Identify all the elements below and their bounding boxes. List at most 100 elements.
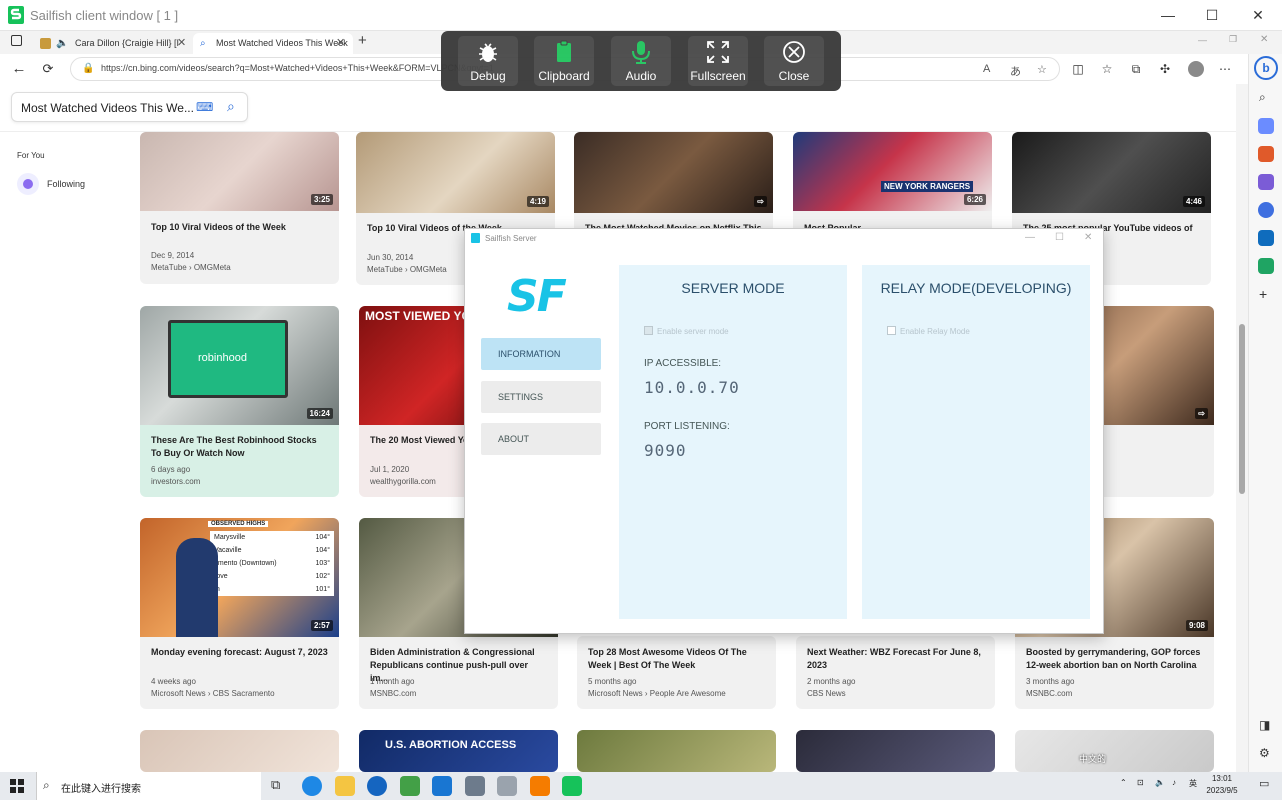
notification-icon[interactable]: ▭ xyxy=(1259,777,1269,790)
tab-cara-dillon[interactable]: 🔈 Cara Dillon {Craigie Hill} [I ✕ xyxy=(33,33,193,54)
video-date: Dec 9, 2014 xyxy=(151,251,195,260)
task-view-icon[interactable]: ⧉ xyxy=(271,777,280,793)
nav-information[interactable]: INFORMATION xyxy=(481,338,601,370)
search-icon[interactable]: ⌕ xyxy=(227,98,235,115)
secondary-minimize-icon[interactable]: — xyxy=(1198,35,1207,45)
video-title: Next Weather: WBZ Forecast For June 8, 2… xyxy=(807,647,981,670)
speaker-icon[interactable]: 🔈 xyxy=(56,33,68,54)
back-button[interactable]: ← xyxy=(9,59,29,79)
video-card[interactable]: 中文的 xyxy=(1015,730,1214,772)
bing-chat-icon[interactable]: b xyxy=(1254,56,1278,80)
search-app-taskbar-icon[interactable] xyxy=(530,776,550,796)
video-card[interactable]: NEW YORK RANGERS 6:26 Most Popular xyxy=(793,132,992,237)
duration-badge: 3:25 xyxy=(310,194,333,205)
app2-taskbar-icon[interactable] xyxy=(497,776,517,796)
extensions-icon[interactable]: ✣ xyxy=(1155,59,1175,79)
sailfish-taskbar-icon[interactable] xyxy=(562,776,582,796)
nav-settings[interactable]: SETTINGS xyxy=(481,381,601,413)
sidebar-games-icon[interactable] xyxy=(1258,174,1274,190)
taskbar-search[interactable]: ⌕ 在此键入进行搜索 xyxy=(36,772,261,800)
video-source: wealthygorilla.com xyxy=(370,477,436,486)
video-title: Monday evening forecast: August 7, 2023 xyxy=(151,647,328,657)
keyboard-icon[interactable]: ⌨ xyxy=(196,100,213,114)
enable-relay-checkbox[interactable]: Enable Relay Mode xyxy=(887,326,970,336)
app-taskbar-icon[interactable] xyxy=(367,776,387,796)
favorites-icon[interactable]: ☆ xyxy=(1097,59,1117,79)
video-card[interactable]: U.S. ABORTION ACCESS xyxy=(359,730,558,772)
following-label: Following xyxy=(47,179,86,189)
sidebar-add-icon[interactable]: + xyxy=(1259,286,1267,302)
sidebar-briefcase-icon[interactable] xyxy=(1258,146,1274,162)
notepad-taskbar-icon[interactable] xyxy=(400,776,420,796)
maximize-button[interactable]: ☐ xyxy=(1201,5,1223,25)
tray-speaker-icon[interactable]: ♪ xyxy=(1172,778,1176,787)
sidebar-search-icon[interactable]: ⌕ xyxy=(1259,90,1266,105)
translate-icon[interactable]: あ xyxy=(1010,63,1021,79)
video-source: MetaTube › OMGMeta xyxy=(151,263,231,272)
tray-chevron-icon[interactable]: ⌃ xyxy=(1120,778,1127,787)
vscode-taskbar-icon[interactable] xyxy=(432,776,452,796)
debug-button[interactable]: Debug xyxy=(458,36,518,86)
page-scrollbar[interactable] xyxy=(1236,84,1248,772)
bing-search-icon: ⌕ xyxy=(200,38,206,49)
lock-icon: 🔒 xyxy=(82,63,95,74)
server-minimize-icon[interactable]: — xyxy=(1025,232,1035,243)
video-date: 6 days ago xyxy=(151,465,191,474)
sidebar-tag-icon[interactable] xyxy=(1258,118,1274,134)
clock-time: 13:01 xyxy=(1211,774,1233,783)
windows-start-icon[interactable] xyxy=(10,779,24,793)
server-window-title: Sailfish Server xyxy=(485,234,537,243)
refresh-button[interactable]: ⟳ xyxy=(38,59,58,79)
sidebar-toggle-icon[interactable]: ◨ xyxy=(1259,718,1270,732)
more-menu-icon[interactable]: ⋯ xyxy=(1215,59,1235,79)
video-card[interactable]: Top 28 Most Awesome Videos Of The Week |… xyxy=(577,636,776,709)
tray-network-icon[interactable]: ⊡ xyxy=(1137,778,1144,787)
sidebar-settings-icon[interactable]: ⚙ xyxy=(1259,746,1270,760)
video-thumbnail xyxy=(356,132,555,213)
sidebar-m365-icon[interactable] xyxy=(1258,202,1274,218)
server-mode-panel: SERVER MODE Enable server mode IP ACCESS… xyxy=(619,265,847,619)
ime-indicator[interactable]: 英 xyxy=(1189,778,1197,789)
server-maximize-icon[interactable]: ☐ xyxy=(1055,232,1064,243)
fullscreen-button[interactable]: Fullscreen xyxy=(688,36,748,86)
server-close-icon[interactable]: ✕ xyxy=(1084,232,1092,243)
nav-about[interactable]: ABOUT xyxy=(481,423,601,455)
tab-actions-icon[interactable] xyxy=(11,35,22,46)
settings-taskbar-icon[interactable] xyxy=(465,776,485,796)
sidebar-outlook-icon[interactable] xyxy=(1258,230,1274,246)
video-card[interactable]: ⇨ The Most Watched Movies on Netflix Thi… xyxy=(574,132,773,237)
secondary-close-icon[interactable]: ✕ xyxy=(1260,34,1268,45)
video-card[interactable] xyxy=(140,730,339,772)
close-window-button[interactable]: ✕ xyxy=(1247,5,1269,25)
tab-most-watched[interactable]: ⌕ Most Watched Videos This Week ✕ xyxy=(193,33,353,54)
secondary-restore-icon[interactable]: ❐ xyxy=(1229,34,1237,45)
video-date: 5 months ago xyxy=(588,677,637,686)
favorite-star-icon[interactable]: ☆ xyxy=(1037,63,1047,76)
clipboard-button[interactable]: Clipboard xyxy=(534,36,594,86)
file-explorer-icon[interactable] xyxy=(335,776,355,796)
new-tab-button[interactable]: + xyxy=(358,32,367,49)
close-button[interactable]: Close xyxy=(764,36,824,86)
split-screen-icon[interactable]: ◫ xyxy=(1068,59,1088,79)
thumb-caption: robinhood xyxy=(198,352,247,364)
audio-button[interactable]: Audio xyxy=(611,36,671,86)
minimize-button[interactable]: — xyxy=(1157,5,1179,25)
scroll-thumb[interactable] xyxy=(1239,324,1245,494)
taskbar-clock[interactable]: 13:01 2023/9/5 xyxy=(1202,773,1242,797)
video-card[interactable]: 3:25 Top 10 Viral Videos of the Week Dec… xyxy=(140,132,339,284)
collections-icon[interactable]: ⧉ xyxy=(1126,59,1146,79)
search-input[interactable]: Most Watched Videos This We... ⌨ ⌕ xyxy=(11,92,248,122)
enable-server-checkbox[interactable]: Enable server mode xyxy=(644,326,729,336)
video-card[interactable] xyxy=(577,730,776,772)
tab-close-icon[interactable]: ✕ xyxy=(336,33,345,54)
sidebar-drop-icon[interactable] xyxy=(1258,258,1274,274)
video-card[interactable] xyxy=(796,730,995,772)
edge-taskbar-icon[interactable] xyxy=(302,776,322,796)
video-card[interactable]: OBSERVED HIGHS Marysville 104° Vacaville 1… xyxy=(140,518,339,709)
video-card[interactable]: robinhood 16:24 These Are The Best Robin… xyxy=(140,306,339,497)
video-card[interactable]: Next Weather: WBZ Forecast For June 8, 2… xyxy=(796,636,995,709)
tab-close-icon[interactable]: ✕ xyxy=(177,33,186,54)
read-aloud-icon[interactable]: A xyxy=(983,63,990,75)
profile-avatar[interactable] xyxy=(1188,61,1204,77)
tray-volume-icon[interactable]: 🔈 xyxy=(1155,778,1165,787)
